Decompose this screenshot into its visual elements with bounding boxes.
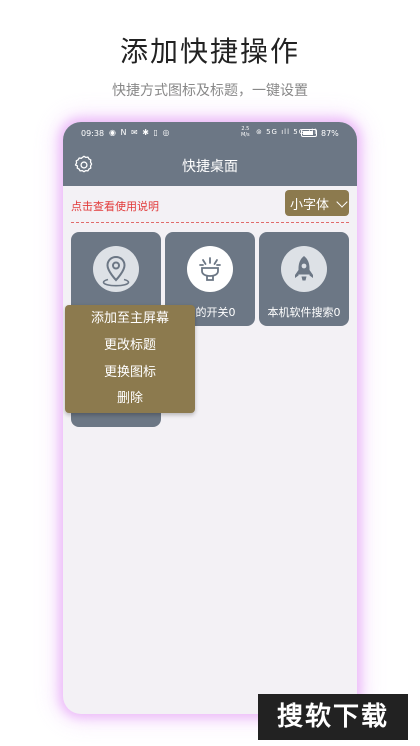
notification-icons: ◉ N ✉ ✱ ▯ ◎ <box>109 128 171 137</box>
network-speed-unit: M/s <box>241 132 250 138</box>
status-time: 09:38 <box>81 129 105 138</box>
card-label: 本机软件搜索0 <box>267 306 341 319</box>
help-link[interactable]: 点击查看使用说明 <box>71 198 159 214</box>
battery-fill <box>303 131 314 135</box>
subheadline: 快捷方式图标及标题，一键设置 <box>112 83 308 99</box>
headline: 添加快捷操作 <box>119 35 300 68</box>
watermark: 搜软下载 <box>258 694 408 740</box>
battery-icon <box>301 129 317 137</box>
font-size-value: 小字体 <box>290 198 330 213</box>
app-title: 快捷桌面 <box>182 159 238 175</box>
lamp-icon <box>187 246 233 292</box>
phone-frame: 09:38 ◉ N ✉ ✱ ▯ ◎ 2.5 M/s ⊚ 5G ıll 5G ıl… <box>63 122 357 714</box>
status-bar: 09:38 ◉ N ✉ ✱ ▯ ◎ 2.5 M/s ⊚ 5G ıll 5G ıl… <box>63 122 357 144</box>
rocket-icon <box>281 246 327 292</box>
menu-item-change-title[interactable]: 更改标题 <box>65 333 195 359</box>
battery-percent: 87% <box>321 129 339 138</box>
context-menu: 添加至主屏幕 更改标题 更换图标 删除 <box>65 305 195 413</box>
shortcut-card-app-search[interactable]: 本机软件搜索0 <box>259 232 349 326</box>
location-pin-icon <box>93 246 139 292</box>
divider <box>71 222 349 223</box>
menu-item-change-icon[interactable]: 更换图标 <box>65 360 195 386</box>
app-titlebar: 快捷桌面 <box>63 144 357 186</box>
chevron-down-icon <box>336 196 348 208</box>
menu-item-delete[interactable]: 删除 <box>65 386 195 412</box>
menu-item-add-to-home[interactable]: 添加至主屏幕 <box>65 306 195 332</box>
network-speed: 2.5 M/s <box>241 126 250 138</box>
font-size-select[interactable]: 小字体 <box>285 190 349 216</box>
